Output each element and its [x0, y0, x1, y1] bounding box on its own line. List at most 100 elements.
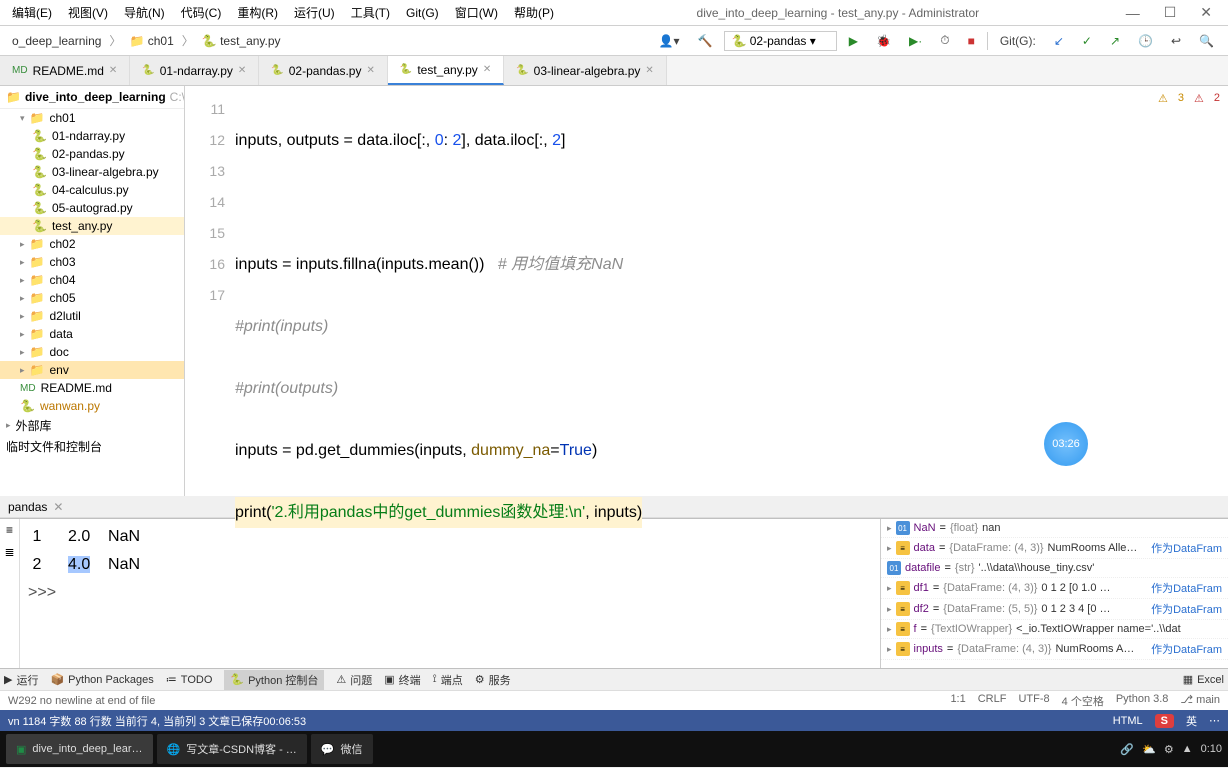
file-pandas[interactable]: 🐍02-pandas.py — [0, 145, 184, 163]
debug-button[interactable]: 🐞 — [870, 32, 897, 50]
var-view-link[interactable]: 作为DataFram — [1151, 601, 1222, 617]
file-readme[interactable]: MDREADME.md — [0, 379, 184, 397]
profiler-icon[interactable]: ⏱ — [934, 31, 955, 50]
file-ndarray[interactable]: 🐍01-ndarray.py — [0, 127, 184, 145]
tray-icon[interactable]: ▲ — [1182, 743, 1193, 755]
user-icon[interactable]: 👤▾ — [653, 32, 686, 50]
close-icon[interactable]: ✕ — [109, 65, 117, 76]
folder-ch05[interactable]: ▸📁ch05 — [0, 289, 184, 307]
scratches[interactable]: 临时文件和控制台 — [0, 436, 184, 457]
tab-readme[interactable]: MDREADME.md✕ — [0, 56, 130, 85]
tool-run[interactable]: ▶ 运行 — [4, 672, 38, 688]
tray-icon[interactable]: ⛅ — [1142, 743, 1156, 756]
close-icon[interactable]: ✕ — [483, 64, 491, 75]
folder-ch01[interactable]: ▾📁ch01 — [0, 109, 184, 127]
breadcrumb-root[interactable]: o_deep_learning — [8, 32, 105, 50]
minimize-button[interactable]: — — [1114, 5, 1152, 21]
var-view-link[interactable]: 作为DataFram — [1151, 580, 1222, 596]
menu-edit[interactable]: 编辑(E) — [4, 2, 60, 23]
tool-packages[interactable]: 📦 Python Packages — [50, 673, 153, 686]
var-df1[interactable]: ▸≡df1 = {DataFrame: (4, 3)} 0 1 2 [0 1.0… — [881, 578, 1228, 599]
file-wanwan[interactable]: 🐍wanwan.py — [0, 397, 184, 415]
tray-time[interactable]: 0:10 — [1201, 743, 1222, 755]
menu-git[interactable]: Git(G) — [398, 4, 447, 22]
task-wechat[interactable]: 💬微信 — [311, 734, 373, 764]
scroll-end-icon[interactable]: ≣ — [4, 545, 14, 559]
external-libs[interactable]: ▸外部库 — [0, 415, 184, 436]
search-icon[interactable]: 🔍 — [1193, 32, 1220, 50]
inspection-widget[interactable]: ⚠3 ⚠2 — [1158, 92, 1220, 105]
tool-services[interactable]: ⚙ 服务 — [475, 672, 511, 688]
tab-testany[interactable]: 🐍test_any.py✕ — [388, 56, 504, 85]
file-testany[interactable]: 🐍test_any.py — [0, 217, 184, 235]
git-update-icon[interactable]: ↙ — [1048, 32, 1070, 50]
close-icon[interactable]: ✕ — [53, 500, 63, 514]
close-icon[interactable]: ✕ — [366, 65, 374, 76]
hammer-icon[interactable]: 🔨 — [691, 32, 718, 50]
file-calc[interactable]: 🐍04-calculus.py — [0, 181, 184, 199]
git-rollback-icon[interactable]: ↩ — [1165, 32, 1187, 50]
status-indent[interactable]: 4 个空格 — [1062, 693, 1104, 709]
folder-ch03[interactable]: ▸📁ch03 — [0, 253, 184, 271]
task-ide[interactable]: ▣dive_into_deep_lear… — [6, 734, 153, 764]
run-config-select[interactable]: 🐍 02-pandas ▾ — [724, 31, 836, 51]
tool-python-console[interactable]: 🐍 Python 控制台 — [224, 670, 324, 690]
menu-help[interactable]: 帮助(P) — [506, 2, 562, 23]
tool-terminal[interactable]: ▣ 终端 — [384, 672, 420, 688]
console-tab-pandas[interactable]: pandas — [8, 500, 47, 514]
var-datafile[interactable]: 01datafile = {str} '..\\data\\house_tiny… — [881, 559, 1228, 578]
status-encoding[interactable]: UTF-8 — [1018, 693, 1049, 709]
tool-todo[interactable]: ≔ TODO — [166, 673, 213, 686]
close-icon[interactable]: ✕ — [238, 65, 246, 76]
tool-excel[interactable]: ▦ Excel — [1183, 673, 1224, 686]
var-df2[interactable]: ▸≡df2 = {DataFrame: (5, 5)} 0 1 2 3 4 [0… — [881, 599, 1228, 620]
var-inputs[interactable]: ▸≡inputs = {DataFrame: (4, 3)} NumRooms … — [881, 639, 1228, 660]
tray-icon[interactable]: 🔗 — [1120, 743, 1134, 756]
menu-tools[interactable]: 工具(T) — [343, 2, 398, 23]
task-browser[interactable]: 🌐写文章-CSDN博客 - … — [157, 734, 307, 764]
timer-badge[interactable]: 03:26 — [1044, 422, 1088, 466]
maximize-button[interactable]: ☐ — [1152, 4, 1189, 21]
breadcrumb-dir[interactable]: 📁 ch01 — [125, 32, 177, 50]
menu-run[interactable]: 运行(U) — [286, 2, 343, 23]
breadcrumb-file[interactable]: 🐍 test_any.py — [198, 32, 285, 50]
menu-code[interactable]: 代码(C) — [173, 2, 230, 23]
tool-problems[interactable]: ⚠ 问题 — [336, 672, 372, 688]
lang-indicator[interactable]: 英 — [1186, 713, 1197, 729]
folder-data[interactable]: ▸📁data — [0, 325, 184, 343]
git-history-icon[interactable]: 🕒 — [1132, 32, 1159, 50]
var-nan[interactable]: ▸01NaN = {float} nan — [881, 519, 1228, 538]
more-icon[interactable]: ⋯ — [1209, 714, 1220, 727]
file-linalg[interactable]: 🐍03-linear-algebra.py — [0, 163, 184, 181]
status-branch[interactable]: ⎇ main — [1180, 693, 1220, 709]
run-coverage-icon[interactable]: ▶· — [903, 32, 928, 50]
show-vars-icon[interactable]: ≡ — [6, 523, 13, 537]
git-commit-icon[interactable]: ✓ — [1076, 32, 1098, 50]
file-autograd[interactable]: 🐍05-autograd.py — [0, 199, 184, 217]
status-python[interactable]: Python 3.8 — [1116, 693, 1169, 709]
folder-env[interactable]: ▸📁env — [0, 361, 184, 379]
tab-linalg[interactable]: 🐍03-linear-algebra.py✕ — [504, 56, 667, 85]
menu-view[interactable]: 视图(V) — [60, 2, 116, 23]
run-button[interactable]: ▶ — [843, 32, 864, 50]
status-position[interactable]: 1:1 — [950, 693, 965, 709]
tab-ndarray[interactable]: 🐍01-ndarray.py✕ — [130, 56, 259, 85]
git-push-icon[interactable]: ↗ — [1104, 32, 1126, 50]
project-root[interactable]: 📁 dive_into_deep_learning C:\U — [0, 86, 184, 109]
tab-pandas[interactable]: 🐍02-pandas.py✕ — [259, 56, 388, 85]
code-editor[interactable]: ⚠3 ⚠2 11 12 13 14 15 16 17 inputs, outpu… — [185, 86, 1228, 496]
close-button[interactable]: ✕ — [1188, 4, 1224, 21]
close-icon[interactable]: ✕ — [645, 65, 653, 76]
var-f[interactable]: ▸≡f = {TextIOWrapper} <_io.TextIOWrapper… — [881, 620, 1228, 639]
folder-ch02[interactable]: ▸📁ch02 — [0, 235, 184, 253]
menu-navigate[interactable]: 导航(N) — [116, 2, 173, 23]
tray-icon[interactable]: ⚙ — [1164, 743, 1174, 756]
status-line-sep[interactable]: CRLF — [978, 693, 1007, 709]
ime-indicator[interactable]: S — [1155, 714, 1174, 728]
code-area[interactable]: inputs, outputs = data.iloc[:, 0: 2], da… — [235, 94, 642, 590]
gutter[interactable]: 11 12 13 14 15 16 17 — [185, 86, 225, 311]
stop-button[interactable]: ■ — [962, 32, 981, 50]
folder-doc[interactable]: ▸📁doc — [0, 343, 184, 361]
var-view-link[interactable]: 作为DataFram — [1151, 540, 1222, 556]
tool-endpoints[interactable]: ⟟ 端点 — [433, 672, 463, 688]
